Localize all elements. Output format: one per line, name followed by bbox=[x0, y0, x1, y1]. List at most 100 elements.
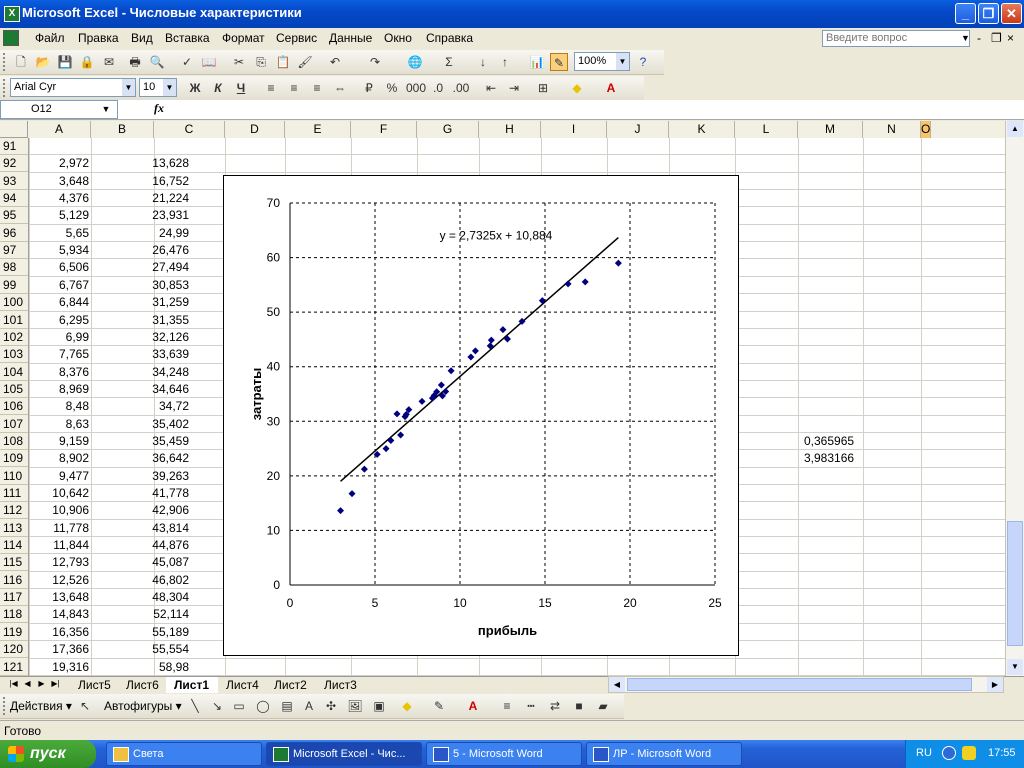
email-icon[interactable]: ✉ bbox=[100, 53, 118, 71]
clipart-icon[interactable]: 🖼 bbox=[346, 697, 364, 715]
menu-item[interactable]: Вставка bbox=[165, 31, 210, 45]
cell-b[interactable]: 21,224 bbox=[92, 190, 189, 207]
print-icon[interactable]: 🖶 bbox=[126, 53, 144, 71]
cell-b[interactable]: 24,99 bbox=[92, 225, 189, 242]
toolbar-handle[interactable] bbox=[3, 53, 8, 71]
column-header[interactable]: O bbox=[921, 121, 932, 138]
vertical-scrollbar[interactable]: ▲ ▼ bbox=[1005, 121, 1024, 676]
workbook-icon[interactable] bbox=[3, 30, 19, 46]
row-header[interactable]: 118 bbox=[0, 606, 28, 624]
cell-b[interactable]: 31,259 bbox=[92, 294, 189, 311]
column-header[interactable]: G bbox=[417, 121, 479, 138]
row-header[interactable]: 93 bbox=[0, 173, 28, 190]
name-box-dropdown-icon[interactable]: ▼ bbox=[96, 101, 116, 118]
underline-button[interactable]: Ч bbox=[232, 79, 250, 97]
column-header[interactable]: N bbox=[863, 121, 921, 138]
cell-b[interactable]: 36,642 bbox=[92, 450, 189, 467]
sheet-tab[interactable]: Лист1 bbox=[166, 677, 218, 693]
row-header[interactable]: 103 bbox=[0, 346, 28, 364]
cell-b[interactable]: 31,355 bbox=[92, 312, 189, 329]
menu-item[interactable]: Окно bbox=[384, 31, 412, 45]
cell-b[interactable]: 34,646 bbox=[92, 381, 189, 398]
cell-b[interactable]: 55,554 bbox=[92, 641, 189, 658]
menu-item[interactable]: Вид bbox=[131, 31, 153, 45]
sheet-tab[interactable]: Лист4 bbox=[218, 677, 266, 693]
language-indicator[interactable]: RU bbox=[916, 747, 932, 759]
cut-icon[interactable]: ✂ bbox=[230, 53, 248, 71]
align-right-icon[interactable]: ≡ bbox=[308, 79, 326, 97]
row-header[interactable]: 99 bbox=[0, 277, 28, 294]
menu-item[interactable]: Справка bbox=[426, 31, 473, 45]
toolbar-handle[interactable] bbox=[3, 697, 8, 715]
row-header[interactable]: 92 bbox=[0, 155, 28, 173]
row-header[interactable]: 120 bbox=[0, 641, 28, 659]
decrease-decimal-icon[interactable]: .00 bbox=[452, 79, 470, 97]
row-header[interactable]: 109 bbox=[0, 450, 28, 468]
row-header[interactable]: 96 bbox=[0, 225, 28, 242]
doc-close-button[interactable]: × bbox=[1007, 31, 1014, 45]
sort-asc-icon[interactable]: ↓ bbox=[474, 53, 492, 71]
start-button[interactable]: пуск bbox=[0, 740, 96, 768]
autoshapes-menu[interactable]: Автофигуры ▾ bbox=[104, 699, 182, 713]
cell-a[interactable]: 6,295 bbox=[29, 312, 89, 329]
increase-indent-icon[interactable]: ⇥ bbox=[505, 79, 523, 97]
scroll-down-icon[interactable]: ▼ bbox=[1007, 659, 1023, 675]
scroll-up-icon[interactable]: ▲ bbox=[1007, 121, 1023, 137]
select-all-corner[interactable] bbox=[0, 121, 28, 138]
column-header[interactable]: I bbox=[541, 121, 607, 138]
sheet-tab[interactable]: Лист2 bbox=[266, 677, 316, 693]
spelling-icon[interactable]: ✓ bbox=[178, 53, 196, 71]
cell-b[interactable]: 46,802 bbox=[92, 572, 189, 589]
undo-icon[interactable]: ↶ bbox=[326, 53, 344, 71]
open-icon[interactable]: 📂 bbox=[34, 53, 52, 71]
scatter-chart[interactable]: 0 10 20 30 40 50 60 70 0 5 10 15 20 25 прибыль затраты y… bbox=[223, 175, 739, 656]
cell-a[interactable]: 8,902 bbox=[29, 450, 89, 467]
font-color-icon[interactable]: A bbox=[602, 79, 620, 97]
bold-button[interactable]: Ж bbox=[186, 79, 204, 97]
cell-b[interactable]: 43,814 bbox=[92, 520, 189, 537]
column-header[interactable]: M bbox=[798, 121, 863, 138]
percent-icon[interactable]: % bbox=[383, 79, 401, 97]
cell-b[interactable]: 52,114 bbox=[92, 606, 189, 623]
tray-arrow-icon[interactable] bbox=[942, 746, 956, 760]
autosum-icon[interactable]: Σ bbox=[440, 53, 458, 71]
horizontal-scrollbar[interactable]: ◀ ▶ bbox=[608, 676, 1004, 693]
row-header[interactable]: 113 bbox=[0, 520, 28, 537]
row-header[interactable]: 105 bbox=[0, 381, 28, 398]
column-header[interactable]: J bbox=[607, 121, 669, 138]
cell-a[interactable]: 8,376 bbox=[29, 364, 89, 381]
sheet-tab[interactable]: Лист3 bbox=[316, 677, 366, 693]
cell-b[interactable]: 48,304 bbox=[92, 589, 189, 606]
doc-restore-button[interactable]: ❐ bbox=[991, 31, 1002, 45]
borders-icon[interactable]: ⊞ bbox=[534, 79, 552, 97]
line-color-icon[interactable]: ✎ bbox=[430, 697, 448, 715]
cell-b[interactable]: 58,98 bbox=[92, 659, 189, 676]
cell-b[interactable]: 16,752 bbox=[92, 173, 189, 190]
cell-b[interactable]: 27,494 bbox=[92, 259, 189, 276]
cell-b[interactable]: 41,778 bbox=[92, 485, 189, 502]
cell-a[interactable]: 11,778 bbox=[29, 520, 89, 537]
next-sheet-icon[interactable]: ▶ bbox=[36, 677, 47, 691]
cell-b[interactable]: 33,639 bbox=[92, 346, 189, 363]
horizontal-scroll-thumb[interactable] bbox=[627, 678, 972, 691]
cell-a[interactable]: 8,63 bbox=[29, 416, 89, 433]
help-icon[interactable]: ? bbox=[634, 53, 652, 71]
format-painter-icon[interactable]: 🖌 bbox=[296, 53, 314, 71]
menu-item[interactable]: Сервис bbox=[276, 31, 317, 45]
row-header[interactable]: 114 bbox=[0, 537, 28, 555]
align-center-icon[interactable]: ≡ bbox=[285, 79, 303, 97]
prev-sheet-icon[interactable]: ◀ bbox=[22, 677, 33, 691]
menu-item[interactable]: Файл bbox=[35, 31, 65, 45]
research-icon[interactable]: 📖 bbox=[200, 53, 218, 71]
row-header[interactable]: 91 bbox=[0, 138, 28, 155]
formula-input[interactable] bbox=[170, 101, 1004, 118]
taskbar-button[interactable]: Света bbox=[106, 742, 262, 766]
row-header[interactable]: 112 bbox=[0, 502, 28, 520]
cell-a[interactable]: 8,969 bbox=[29, 381, 89, 398]
merge-center-icon[interactable]: ⇔ bbox=[331, 79, 349, 97]
fill-color-icon[interactable]: ◆ bbox=[398, 697, 416, 715]
chart-wizard-icon[interactable]: 📊 bbox=[528, 53, 546, 71]
sort-desc-icon[interactable]: ↑ bbox=[496, 53, 514, 71]
line-icon[interactable]: ╲ bbox=[186, 697, 204, 715]
cell-m[interactable]: 0,365965 bbox=[804, 433, 864, 450]
